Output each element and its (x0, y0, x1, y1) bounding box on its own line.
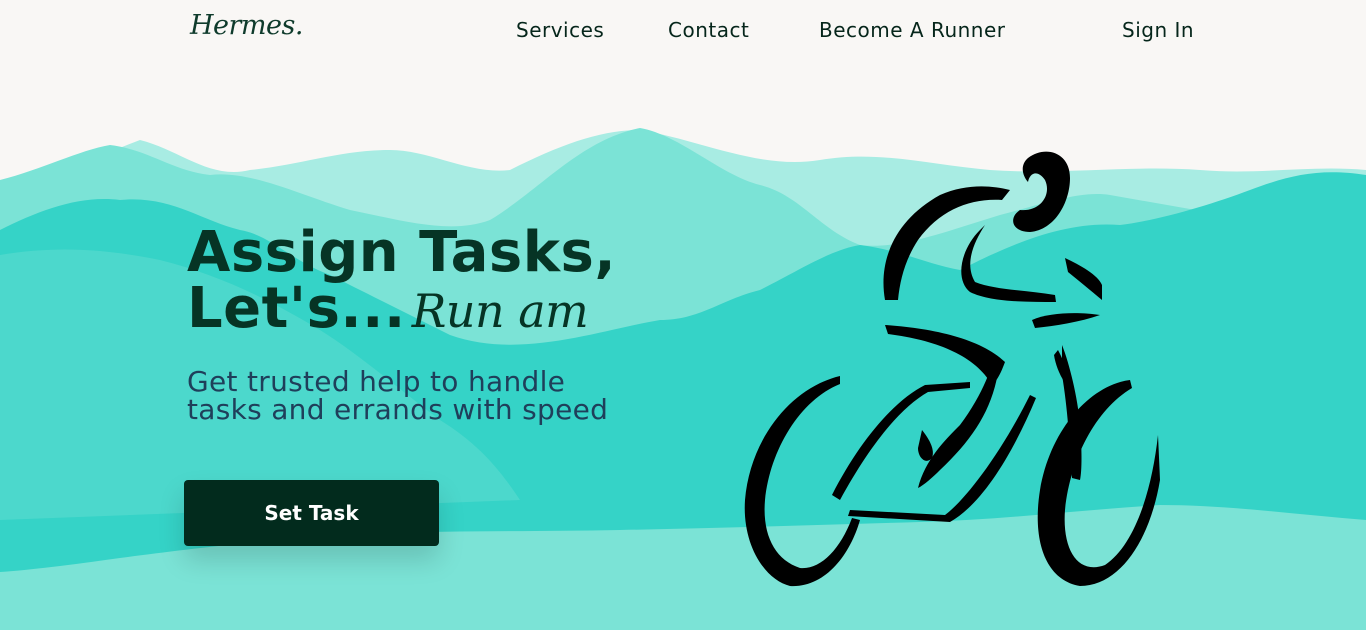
hero-title-line1: Assign Tasks, (187, 220, 617, 285)
cyclist-back (883, 186, 1010, 300)
cyclist-foot (918, 430, 933, 461)
cyclist-thigh (885, 325, 1005, 385)
brand-logo[interactable]: Hermes. (190, 10, 303, 41)
nav-contact[interactable]: Contact (668, 18, 749, 42)
cyclist-illustration (744, 151, 1160, 587)
hero-title-script: Run am (411, 284, 589, 338)
bike-front-wheel (1037, 380, 1160, 586)
hero-title-line2: Let's... Run am (187, 281, 616, 339)
cyclist-arm (961, 225, 1056, 302)
hero-title-prefix: Let's... (187, 276, 406, 341)
nav-sign-in[interactable]: Sign In (1122, 18, 1194, 42)
nav-become-runner[interactable]: Become A Runner (819, 18, 1006, 42)
hero-title: Assign Tasks, Let's... Run am (187, 225, 616, 339)
nav-services[interactable]: Services (516, 18, 604, 42)
hero-subtitle-line2: tasks and errands with speed (187, 393, 609, 426)
hero-subtitle: Get trusted help to handle tasks and err… (187, 368, 608, 424)
cyclist-hand (1065, 258, 1102, 300)
hero-subtitle-line1: Get trusted help to handle (187, 365, 566, 398)
cyclist-head (1013, 151, 1070, 232)
set-task-button[interactable]: Set Task (184, 480, 439, 546)
cyclist-forearm (1032, 313, 1100, 328)
